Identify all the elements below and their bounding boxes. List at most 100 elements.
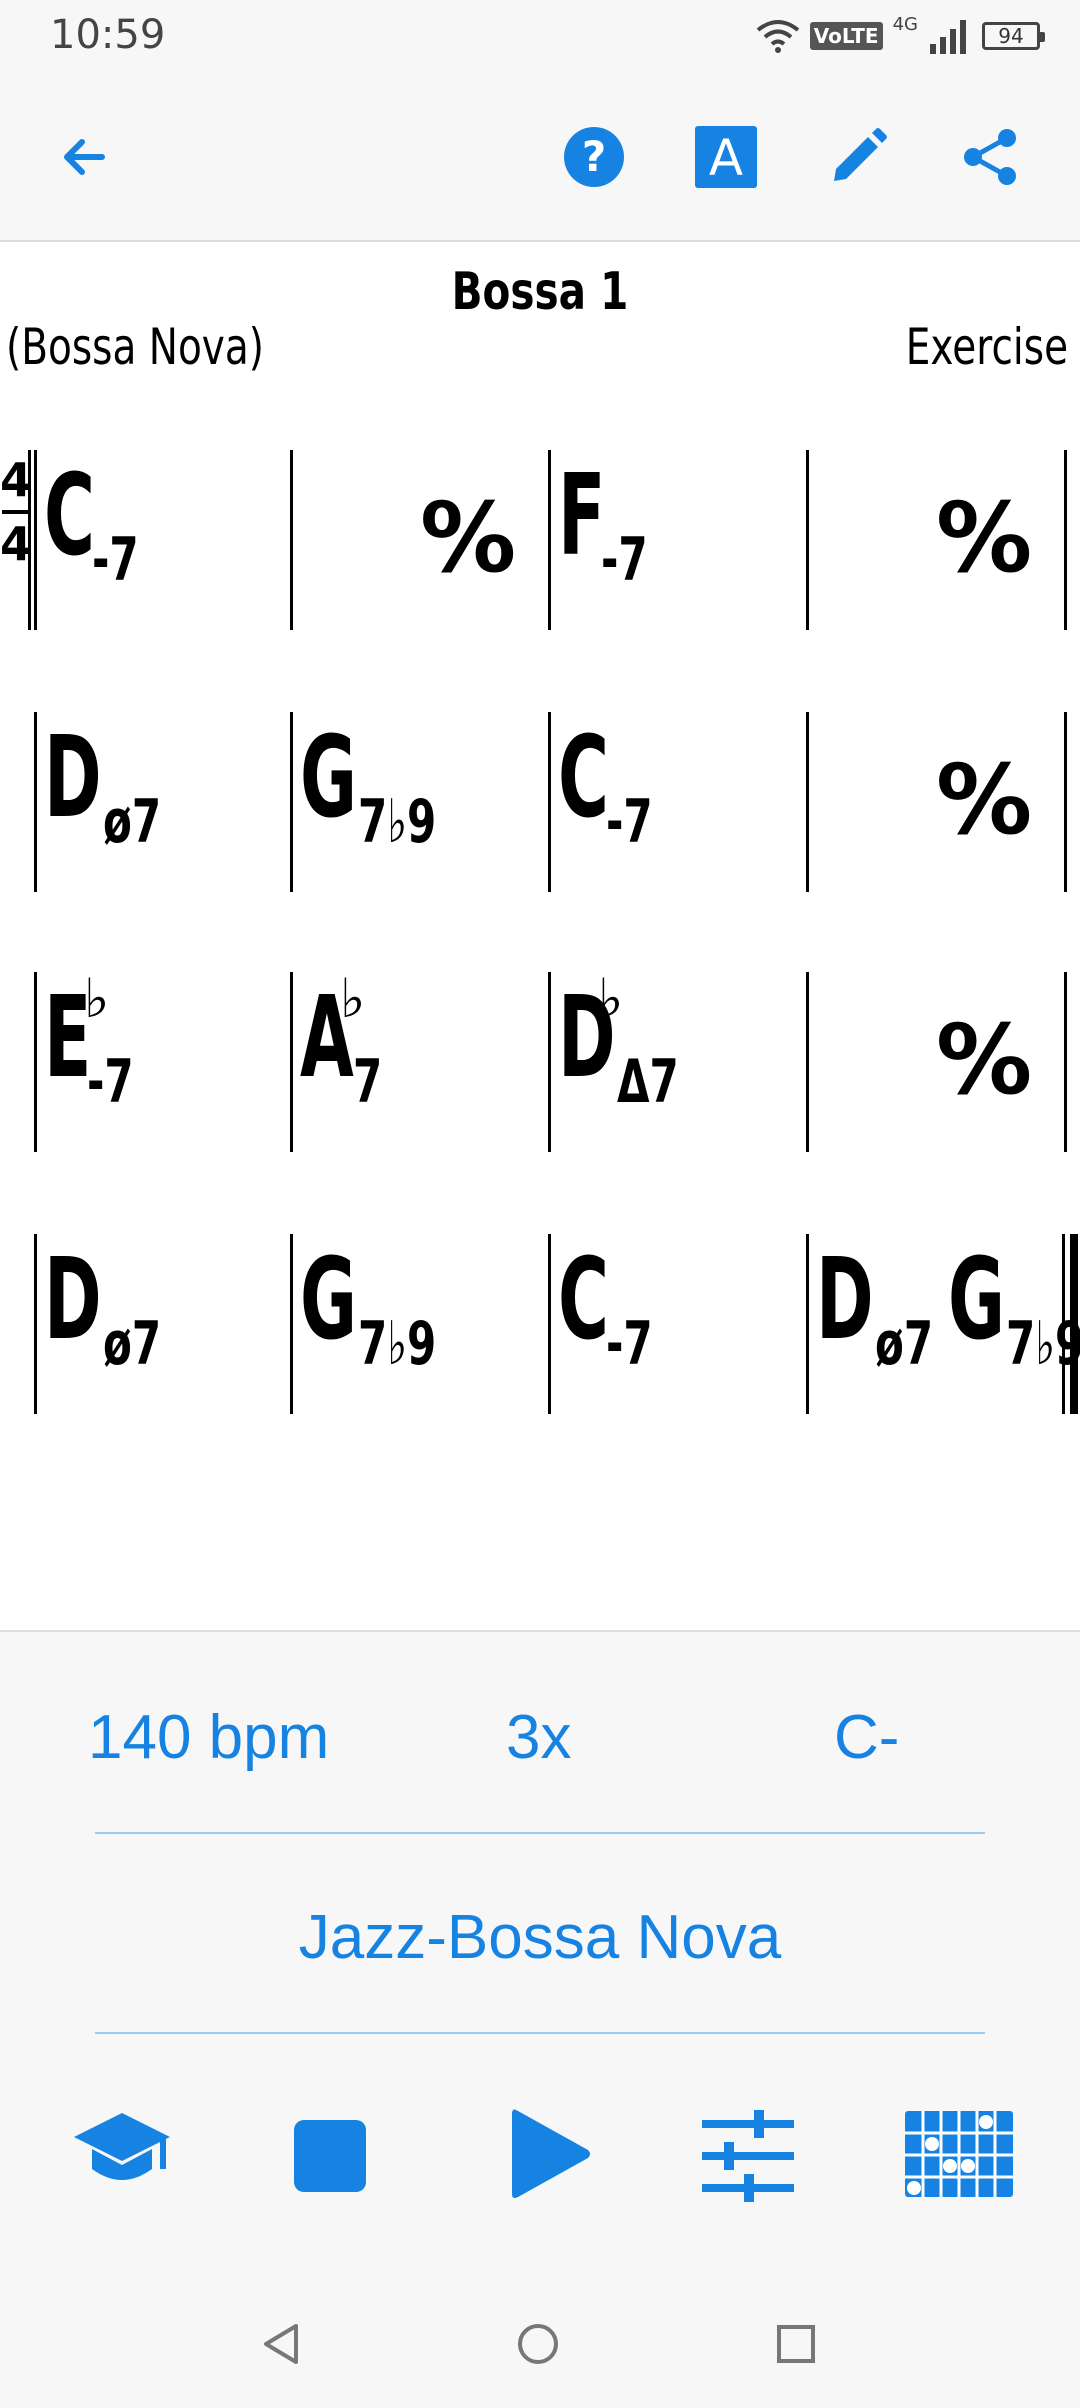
chord-quality: -7	[86, 1047, 134, 1117]
chord-symbol[interactable]: G7♭9	[300, 1244, 470, 1374]
play-button[interactable]	[500, 2102, 600, 2206]
stop-icon	[294, 2120, 366, 2192]
barline	[290, 450, 293, 630]
barline	[548, 712, 551, 892]
chord-quality: ø7	[102, 787, 162, 857]
measure-repeat-sign[interactable]: %	[936, 752, 1032, 848]
practice-button[interactable]	[66, 2102, 178, 2202]
song-composer: Exercise	[905, 318, 1068, 376]
battery-indicator: 94	[982, 22, 1045, 50]
barline-end	[1064, 450, 1067, 630]
chord-grid-button[interactable]	[900, 2104, 1018, 2204]
chord-root: C	[558, 1235, 609, 1365]
nav-home-button[interactable]	[508, 2314, 568, 2374]
barline	[290, 972, 293, 1152]
time-signature-bottom: 4	[0, 517, 33, 571]
pencil-icon	[834, 128, 887, 181]
repeats-button[interactable]: 3x	[506, 1702, 571, 1773]
chord-symbol[interactable]: F-7	[558, 460, 667, 590]
chord-symbol[interactable]: G7♭9	[300, 713, 470, 852]
barline	[806, 712, 809, 892]
chord-quality: Δ7	[616, 1047, 679, 1117]
status-icons: VoLTE 4G 94	[756, 14, 1045, 58]
barline	[806, 450, 809, 630]
song-style: (Bossa Nova)	[6, 318, 264, 376]
play-icon	[512, 2109, 590, 2198]
nav-recents-icon	[777, 2325, 815, 2363]
key-button[interactable]: C-	[834, 1702, 899, 1773]
song-title: Bossa 1	[451, 262, 629, 322]
chart-row: 4 4 C-7% F-7%	[0, 450, 1080, 630]
stop-button[interactable]	[282, 2108, 378, 2204]
chord-symbol[interactable]: C-7	[558, 713, 673, 852]
nav-back-icon	[264, 2324, 298, 2364]
chord-quality: 7♭9	[357, 787, 437, 857]
chord-symbol[interactable]: Dø7	[44, 1244, 186, 1374]
nav-back-button[interactable]	[252, 2314, 312, 2374]
chord-root: C	[558, 713, 609, 843]
chord-symbol[interactable]: D ♭ Δ7	[558, 972, 705, 1113]
barline	[34, 450, 37, 630]
measure-repeat-sign[interactable]: %	[936, 1012, 1032, 1108]
barline	[34, 1234, 37, 1414]
chord-symbol[interactable]: C-7	[44, 460, 159, 590]
chord-root: D	[816, 1235, 874, 1365]
chord-accidental: ♭	[84, 967, 110, 1030]
chord-symbol[interactable]: G7♭9	[948, 1235, 1080, 1374]
barline	[806, 1234, 809, 1414]
barline	[34, 972, 37, 1152]
barline	[34, 712, 37, 892]
chord-symbol[interactable]: A ♭ 7	[300, 972, 394, 1113]
chord-root: D	[44, 713, 102, 843]
chord-quality: -7	[606, 787, 653, 857]
time-signature: 44	[0, 452, 33, 572]
chord-symbol[interactable]: Dø7	[44, 713, 186, 852]
barline-end	[1064, 712, 1067, 892]
chart-row: Dø7 G7♭9 C-7 Dø7 G7♭9	[0, 1234, 1080, 1414]
divider-top	[95, 1832, 985, 1834]
svg-text:?: ?	[582, 132, 606, 181]
tempo-button[interactable]: 140 bpm	[88, 1702, 329, 1773]
chord-quality: 7	[352, 1047, 382, 1117]
nav-home-icon	[518, 2324, 558, 2364]
font-button[interactable]: A	[684, 115, 768, 199]
help-circle-icon: ?	[564, 127, 624, 187]
share-button[interactable]	[948, 115, 1032, 199]
style-button[interactable]: Jazz-Bossa Nova	[0, 1902, 1080, 1973]
chord-symbol[interactable]: Dø7	[816, 1235, 958, 1374]
nav-recents-button[interactable]	[766, 2314, 826, 2374]
time-signature-line	[2, 510, 28, 514]
time-signature-top: 4	[0, 453, 33, 507]
mixer-button[interactable]	[700, 2108, 796, 2204]
barline-double	[28, 450, 31, 630]
signal-icon	[930, 20, 966, 54]
help-button[interactable]: ?	[552, 115, 636, 199]
chord-symbol[interactable]: C-7	[558, 1235, 673, 1374]
barline	[548, 972, 551, 1152]
chord-quality: 7♭9	[1005, 1309, 1080, 1379]
chord-quality: ø7	[102, 1309, 162, 1379]
chord-quality: 7♭9	[357, 1309, 437, 1379]
chord-symbol[interactable]: E ♭ -7	[44, 972, 153, 1113]
chord-quality: -7	[600, 525, 648, 595]
network-type: 4G	[892, 14, 918, 35]
barline	[290, 1234, 293, 1414]
graduation-cap-icon	[74, 2113, 170, 2180]
status-bar: 10:59 VoLTE 4G 94	[0, 0, 1080, 72]
control-panel: 140 bpm 3x C- Jazz-Bossa Nova	[0, 1630, 1080, 2278]
back-button[interactable]	[42, 115, 126, 199]
toolbar: ? A	[0, 72, 1080, 242]
status-time: 10:59	[50, 12, 166, 58]
chord-root: G	[948, 1235, 1006, 1365]
wifi-icon	[756, 20, 799, 53]
svg-text:A: A	[709, 129, 743, 187]
barline	[806, 972, 809, 1152]
font-a-icon: A	[695, 126, 757, 188]
barline-end	[1064, 972, 1067, 1152]
chord-root: G	[300, 713, 358, 843]
measure-repeat-sign[interactable]: %	[420, 490, 516, 586]
edit-button[interactable]	[816, 115, 900, 199]
measure-repeat-sign[interactable]: %	[936, 490, 1032, 586]
chart-row: E ♭ -7 A ♭ 7 D ♭ Δ7%	[0, 972, 1080, 1152]
barline	[548, 1234, 551, 1414]
